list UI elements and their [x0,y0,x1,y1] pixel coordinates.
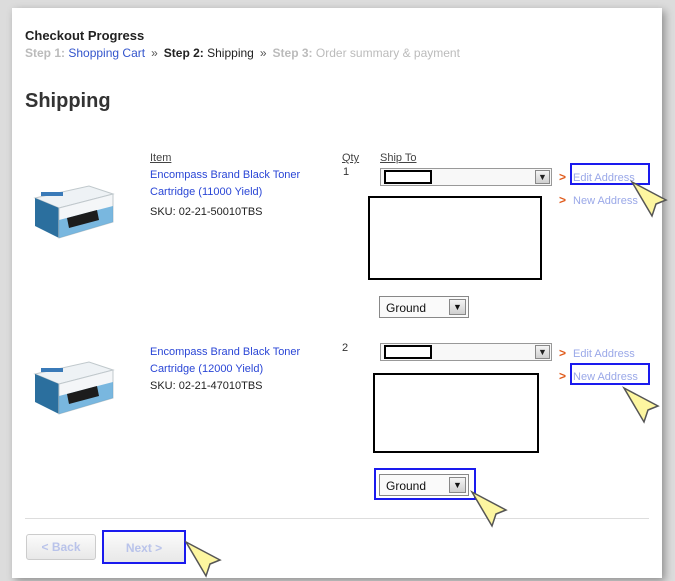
item-qty: 2 [342,342,349,354]
item-name-link[interactable]: Encompass Brand Black Toner Cartridge (1… [150,344,340,378]
shipping-method-select[interactable]: Ground ▼ [379,296,469,318]
ship-to-value [384,345,432,359]
new-address-link[interactable]: New Address [573,195,638,207]
item-qty: 1 [343,166,350,178]
callout-pointer-icon [184,540,222,578]
highlight-box [374,468,476,500]
step-3: Step 3: Order summary & payment [272,46,460,60]
ship-to-value [384,170,432,184]
ship-to-column-header: Ship To [380,152,417,164]
item-name-link[interactable]: Encompass Brand Black Toner Cartridge (1… [150,167,340,201]
item-sku: SKU: 02-21-50010TBS [150,206,263,218]
back-button[interactable]: < Back [26,534,96,560]
chevron-down-icon: ▼ [535,345,550,359]
chevron-down-icon: ▼ [449,299,466,315]
new-address-row: > New Address [559,193,638,207]
callout-pointer-icon [470,490,508,528]
ship-to-select[interactable]: ▼ [380,168,552,186]
product-image [33,361,115,415]
callout-pointer-icon [622,386,660,424]
shopping-cart-link[interactable]: Shopping Cart [68,46,145,60]
arrow-right-icon: > [559,170,567,184]
divider [25,518,649,519]
arrow-right-icon: > [559,369,567,383]
step-1: Step 1: Shopping Cart [25,46,146,60]
item-sku: SKU: 02-21-47010TBS [150,380,263,392]
highlight-box [570,363,650,385]
address-box [373,373,539,453]
item-column-header: Item [150,152,172,164]
address-box [368,196,542,280]
next-button[interactable]: Next > [102,530,186,564]
ship-to-select[interactable]: ▼ [380,343,552,361]
page-title: Shipping [25,90,111,112]
product-image [33,185,115,239]
shipping-method-value: Ground [386,301,427,315]
arrow-right-icon: > [559,346,567,360]
edit-address-link[interactable]: Edit Address [573,348,635,360]
checkout-progress-title: Checkout Progress [25,28,145,43]
arrow-right-icon: > [559,193,567,207]
chevron-down-icon: ▼ [535,170,550,184]
step-2: Step 2: Shipping [163,46,254,60]
step-separator: » [151,46,158,60]
callout-pointer-icon [630,180,668,218]
qty-column-header: Qty [342,152,360,164]
edit-address-row: > Edit Address [559,346,635,360]
checkout-steps: Step 1: Shopping Cart » Step 2: Shipping » S… [25,46,460,60]
step-separator: » [259,46,267,60]
checkout-page: Checkout Progress Step 1: Shopping Cart »… [12,8,668,578]
